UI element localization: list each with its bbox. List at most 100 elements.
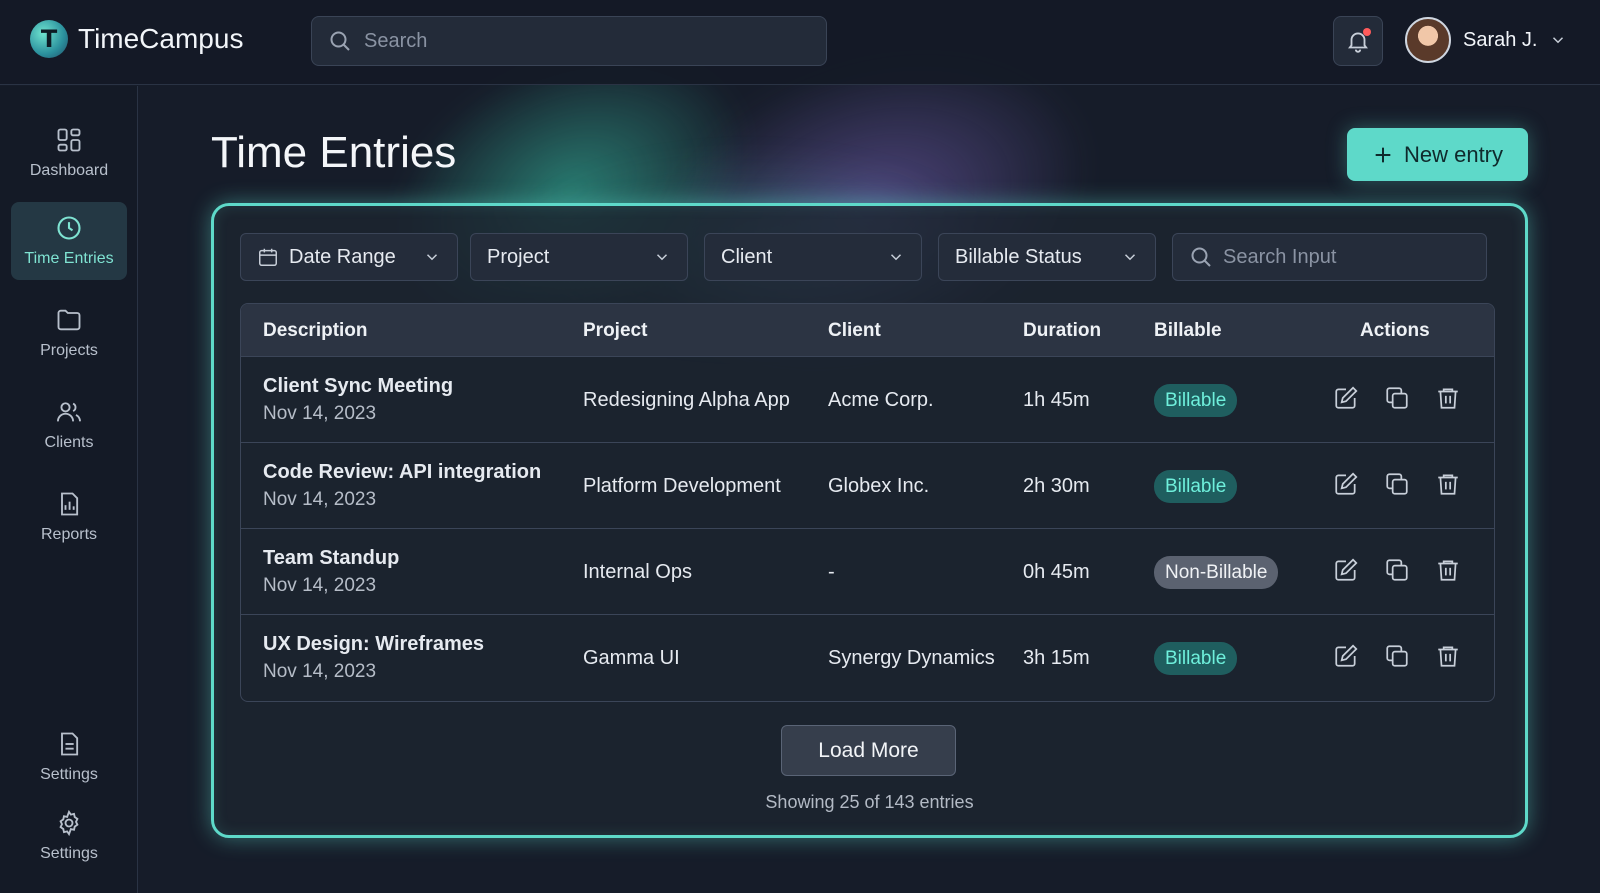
- sidebar-item-time-entries[interactable]: Time Entries: [11, 202, 127, 280]
- logo-mark-icon: T: [30, 20, 68, 58]
- row-actions: [1333, 385, 1461, 411]
- edit-button[interactable]: [1333, 471, 1359, 497]
- chevron-down-icon: [656, 254, 668, 261]
- entry-project: Gamma UI: [583, 647, 680, 669]
- entry-date: Nov 14, 2023: [263, 575, 377, 596]
- entry-date: Nov 14, 2023: [263, 403, 377, 424]
- row-actions: [1333, 557, 1461, 583]
- duplicate-button[interactable]: [1384, 557, 1410, 583]
- time-entries-panel: Date Range Project Client Billable Statu…: [211, 203, 1528, 838]
- sidebar-item-label: Dashboard: [29, 162, 109, 179]
- global-search: [311, 16, 827, 66]
- non-billable-badge: Non-Billable: [1154, 556, 1279, 589]
- sidebar-item-settings[interactable]: Settings: [11, 797, 127, 875]
- billable-badge: Billable: [1154, 384, 1238, 417]
- copy-icon: [1386, 645, 1408, 667]
- billable-badge: Billable: [1154, 470, 1238, 503]
- column-header-billable[interactable]: Billable: [1154, 320, 1222, 342]
- new-entry-label: New entry: [1403, 141, 1504, 167]
- sidebar-item-reports[interactable]: Reports: [11, 478, 127, 556]
- avatar: [1405, 17, 1451, 63]
- entry-project: Platform Development: [583, 475, 781, 497]
- project-filter[interactable]: Project: [470, 233, 688, 281]
- clock-icon: [57, 216, 81, 240]
- column-header-duration[interactable]: Duration: [1023, 320, 1101, 342]
- entries-search: [1172, 233, 1487, 281]
- edit-button[interactable]: [1333, 557, 1359, 583]
- column-header-description[interactable]: Description: [263, 320, 368, 342]
- document-icon: [61, 732, 79, 756]
- column-header-actions: Actions: [1360, 320, 1430, 341]
- sidebar-item-label: Clients: [44, 434, 94, 451]
- trash-icon: [1438, 474, 1458, 495]
- delete-button[interactable]: [1435, 557, 1461, 583]
- entry-duration: 3h 15m: [1023, 647, 1090, 669]
- edit-icon: [1335, 558, 1358, 581]
- entry-project: Internal Ops: [583, 561, 692, 583]
- duplicate-button[interactable]: [1384, 643, 1410, 669]
- sidebar-item-label: Settings: [40, 845, 98, 862]
- sidebar-item-clients[interactable]: Clients: [11, 386, 127, 464]
- delete-button[interactable]: [1435, 643, 1461, 669]
- new-entry-button[interactable]: New entry: [1347, 128, 1528, 181]
- sidebar-item-label: Reports: [40, 526, 98, 543]
- entry-description: Code Review: API integration: [263, 461, 542, 483]
- billable-status-filter[interactable]: Billable Status: [938, 233, 1156, 281]
- delete-button[interactable]: [1435, 471, 1461, 497]
- sidebar-item-settings-doc[interactable]: Settings: [11, 718, 127, 796]
- notification-dot: [1363, 28, 1371, 36]
- sidebar-item-dashboard[interactable]: Dashboard: [11, 114, 127, 192]
- sidebar-item-label: Time Entries: [24, 250, 114, 267]
- app-logo[interactable]: T TimeCampus: [30, 20, 243, 58]
- billable-status-label: Billable Status: [955, 245, 1082, 268]
- time-entries-table: Description Project Client Duration Bill…: [240, 303, 1495, 702]
- entry-description: Team Standup: [263, 547, 400, 569]
- copy-icon: [1386, 559, 1408, 581]
- duplicate-button[interactable]: [1384, 385, 1410, 411]
- search-icon: [1191, 247, 1211, 267]
- row-actions: [1333, 471, 1461, 497]
- search-icon: [330, 31, 350, 51]
- entry-duration: 2h 30m: [1023, 475, 1090, 497]
- entry-client: Acme Corp.: [828, 389, 934, 411]
- edit-button[interactable]: [1333, 643, 1359, 669]
- column-header-client[interactable]: Client: [828, 320, 881, 342]
- entry-project: Redesigning Alpha App: [583, 389, 790, 411]
- chevron-down-icon: [426, 254, 438, 261]
- delete-button[interactable]: [1435, 385, 1461, 411]
- edit-icon: [1335, 644, 1358, 667]
- project-filter-label: Project: [487, 245, 550, 268]
- copy-icon: [1386, 473, 1408, 495]
- edit-icon: [1335, 386, 1358, 409]
- client-filter[interactable]: Client: [704, 233, 922, 281]
- column-header-project[interactable]: Project: [583, 320, 647, 342]
- trash-icon: [1438, 646, 1458, 667]
- billable-badge: Billable: [1154, 642, 1238, 675]
- duplicate-button[interactable]: [1384, 471, 1410, 497]
- global-search-input[interactable]: [364, 29, 784, 53]
- table-header: Description Project Client Duration Bill…: [241, 304, 1494, 357]
- folder-icon: [57, 309, 81, 331]
- table-row[interactable]: Client Sync Meeting Nov 14, 2023 Redesig…: [241, 357, 1494, 443]
- gear-icon: [59, 809, 79, 837]
- sidebar-item-projects[interactable]: Projects: [11, 294, 127, 372]
- report-chart-icon: [61, 492, 79, 516]
- entries-count-text: Showing 25 of 143 entries: [765, 792, 974, 812]
- entry-description: UX Design: Wireframes: [263, 633, 484, 655]
- user-menu[interactable]: Sarah J.: [1405, 17, 1567, 63]
- load-more-button[interactable]: Load More: [781, 725, 956, 776]
- date-range-filter[interactable]: Date Range: [240, 233, 458, 281]
- entry-date: Nov 14, 2023: [263, 489, 377, 510]
- trash-icon: [1438, 560, 1458, 581]
- notifications-button[interactable]: [1333, 16, 1383, 66]
- edit-button[interactable]: [1333, 385, 1359, 411]
- table-row[interactable]: UX Design: Wireframes Nov 14, 2023 Gamma…: [241, 615, 1494, 701]
- entry-date: Nov 14, 2023: [263, 661, 377, 682]
- entry-description: Client Sync Meeting: [263, 375, 454, 397]
- chevron-down-icon: [890, 254, 902, 261]
- entries-search-input[interactable]: [1223, 245, 1463, 269]
- table-row[interactable]: Team Standup Nov 14, 2023 Internal Ops -…: [241, 529, 1494, 615]
- table-row[interactable]: Code Review: API integration Nov 14, 202…: [241, 443, 1494, 529]
- copy-icon: [1386, 387, 1408, 409]
- edit-icon: [1335, 472, 1358, 495]
